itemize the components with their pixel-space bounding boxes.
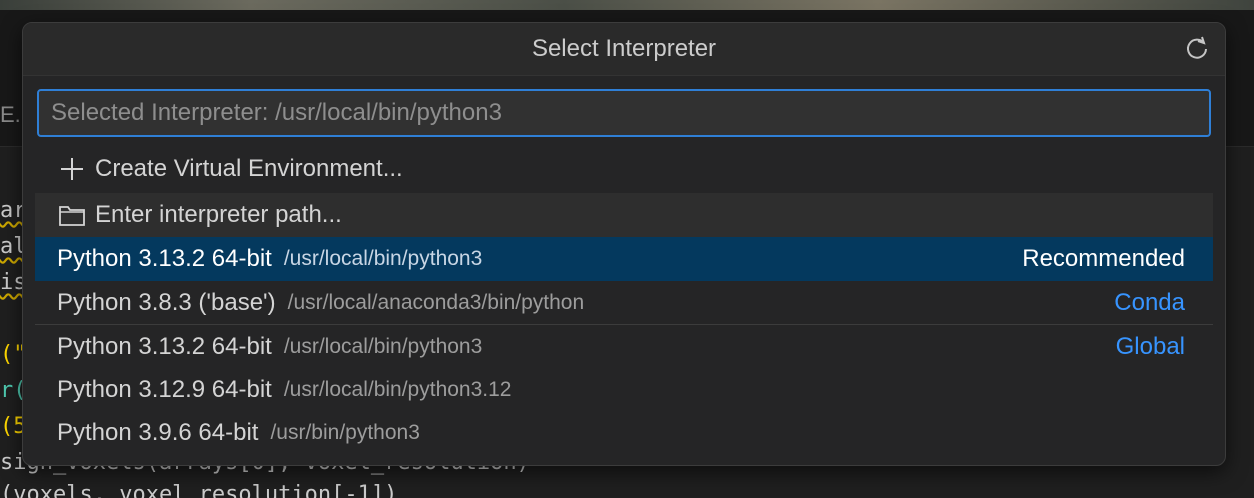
create-virtual-environment-item[interactable]: Create Virtual Environment... [35, 147, 1213, 191]
quick-pick-title: Select Interpreter [531, 35, 717, 62]
screen: E.r ar al is (" r( (5 sign_voxels(arrays… [0, 0, 1254, 498]
folder-icon [57, 200, 87, 230]
interpreter-item-global[interactable]: Python 3.13.2 64-bit /usr/local/bin/pyth… [35, 325, 1213, 369]
interpreter-name: Python 3.8.3 ('base') [57, 289, 276, 316]
interpreter-item-conda[interactable]: Python 3.8.3 ('base') /usr/local/anacond… [35, 281, 1213, 325]
interpreter-name: Python 3.12.9 64-bit [57, 376, 272, 403]
enter-interpreter-path-item[interactable]: Enter interpreter path... [35, 193, 1213, 237]
interpreter-path: /usr/bin/python3 [270, 421, 420, 444]
item-label: Create Virtual Environment... [95, 155, 403, 182]
interpreter-name: Python 3.13.2 64-bit [57, 245, 272, 272]
quick-pick-title-bar: Select Interpreter [23, 23, 1225, 76]
select-interpreter-quick-pick: Select Interpreter Create Virtual Enviro… [22, 22, 1226, 466]
interpreter-search-field[interactable] [37, 89, 1211, 137]
refresh-icon[interactable] [1183, 35, 1211, 63]
code-fragment: (voxels, voxel_resolution[-1]) [0, 482, 398, 498]
interpreter-item-recommended[interactable]: Python 3.13.2 64-bit /usr/local/bin/pyth… [35, 237, 1213, 281]
plus-icon [57, 154, 87, 184]
interpreter-item[interactable]: Python 3.9.6 64-bit /usr/bin/python3 [35, 411, 1213, 455]
interpreter-name: Python 3.13.2 64-bit [57, 333, 272, 360]
item-label: Enter interpreter path... [95, 201, 342, 228]
interpreter-tag: Recommended [1022, 245, 1185, 272]
interpreter-item[interactable]: Python 3.12.9 64-bit /usr/local/bin/pyth… [35, 368, 1213, 412]
interpreter-path: /usr/local/bin/python3 [283, 247, 483, 270]
interpreter-path: /usr/local/anaconda3/bin/python [287, 291, 585, 314]
interpreter-search-input[interactable] [51, 99, 1197, 127]
interpreter-path: /usr/local/bin/python3 [283, 335, 483, 358]
interpreter-path: /usr/local/bin/python3.12 [283, 378, 512, 401]
interpreter-tag: Conda [1114, 289, 1185, 316]
desktop-background-strip [0, 0, 1254, 10]
interpreter-name: Python 3.9.6 64-bit [57, 419, 259, 446]
interpreter-tag: Global [1115, 333, 1185, 360]
